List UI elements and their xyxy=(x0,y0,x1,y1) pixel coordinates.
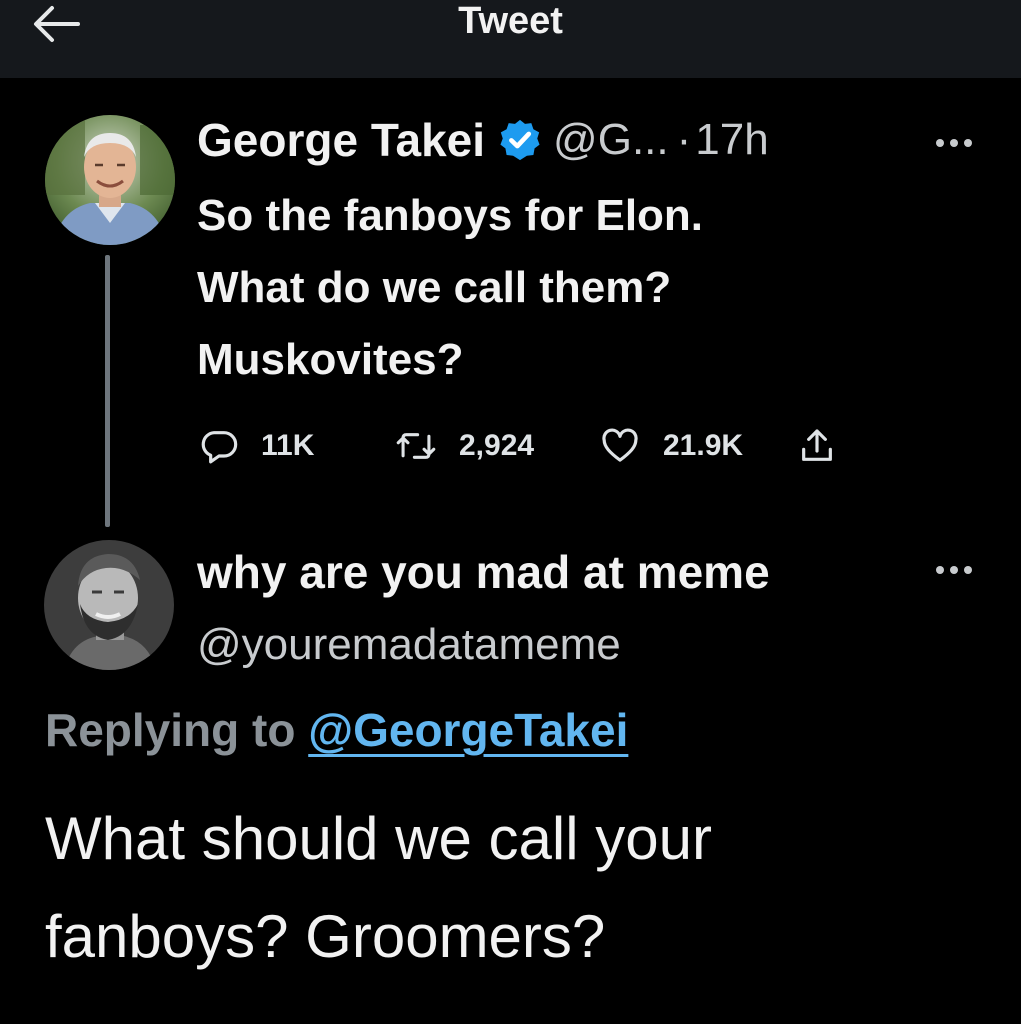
author-handle[interactable]: @G... xyxy=(553,115,669,165)
avatar-photo xyxy=(44,540,174,670)
like-icon xyxy=(602,428,638,462)
tweet-author-row: George Takei @G... · 17h xyxy=(197,108,769,172)
reply-button[interactable]: 11K xyxy=(199,418,314,474)
avatar-george-takei[interactable] xyxy=(45,115,175,245)
share-button[interactable] xyxy=(797,418,837,474)
author-name[interactable]: George Takei xyxy=(197,113,485,167)
avatar-reply-user[interactable] xyxy=(44,540,174,670)
avatar-photo xyxy=(45,115,175,245)
more-dots-icon xyxy=(936,566,972,574)
separator-dot: · xyxy=(676,115,692,164)
thread-connector-line xyxy=(105,255,110,527)
more-dots-icon xyxy=(936,139,972,147)
reply-author-name[interactable]: why are you mad at meme xyxy=(197,540,770,604)
retweet-icon xyxy=(396,433,436,459)
verified-badge-icon xyxy=(500,119,540,161)
reply-text-line: What should we call your xyxy=(45,805,712,872)
like-button[interactable]: 21.9K xyxy=(599,418,743,474)
reply-text-line: fanboys? Groomers? xyxy=(45,903,606,970)
replying-to-label: Replying to xyxy=(45,704,296,756)
replying-to-line: Replying to @GeorgeTakei xyxy=(45,698,628,762)
tweet-text-line: Muskovites? xyxy=(197,335,464,384)
retweet-count: 2,924 xyxy=(459,429,535,462)
page-title: Tweet xyxy=(458,0,563,42)
more-options-button[interactable] xyxy=(930,133,978,153)
tweet-body: So the fanboys for Elon. What do we call… xyxy=(197,180,957,396)
reply-more-options-button[interactable] xyxy=(930,560,978,580)
tweet-text-line: What do we call them? xyxy=(197,263,672,312)
reply-count: 11K xyxy=(261,429,315,462)
tweet-actions: 11K 2,924 21.9K xyxy=(197,418,897,474)
tweet-text-line: So the fanboys for Elon. xyxy=(197,191,704,240)
reply-icon xyxy=(201,431,238,464)
tweet-timestamp[interactable]: 17h xyxy=(695,115,768,165)
reply-author-handle[interactable]: @youremadatameme xyxy=(197,615,621,675)
retweet-button[interactable]: 2,924 xyxy=(395,418,534,474)
reply-body: What should we call your fanboys? Groome… xyxy=(45,790,985,986)
replying-to-link[interactable]: @GeorgeTakei xyxy=(308,704,628,756)
share-icon xyxy=(802,429,832,461)
top-bar: Tweet xyxy=(0,0,1021,78)
like-count: 21.9K xyxy=(663,429,744,462)
